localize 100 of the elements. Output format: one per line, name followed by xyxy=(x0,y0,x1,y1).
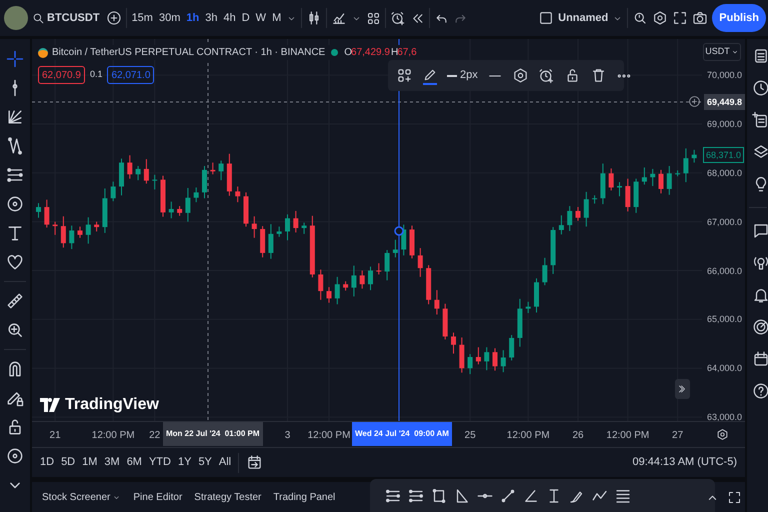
maximize-icon[interactable] xyxy=(727,490,742,505)
calendar-icon[interactable] xyxy=(752,350,768,368)
range-button[interactable]: 6M xyxy=(126,454,142,471)
scroll-forward-button[interactable] xyxy=(675,379,690,399)
candlestick xyxy=(168,201,174,219)
candlestick xyxy=(260,226,266,258)
candlestick xyxy=(276,226,282,238)
time-label: 12:00 PM xyxy=(506,429,550,443)
checkbox-icon[interactable] xyxy=(538,10,554,26)
target-icon[interactable] xyxy=(752,318,768,336)
calendar-icon[interactable] xyxy=(246,454,264,471)
chat-icon[interactable] xyxy=(752,222,768,240)
candlestick xyxy=(293,210,298,233)
crosshair-icon[interactable] xyxy=(5,49,25,69)
candlestick xyxy=(119,158,124,196)
candlestick xyxy=(285,214,290,241)
broadcast-icon[interactable] xyxy=(752,254,768,272)
settings-icon[interactable] xyxy=(716,428,729,441)
candlestick xyxy=(52,221,58,236)
open-value: 67,429.9 xyxy=(351,46,390,60)
candlestick xyxy=(252,216,257,238)
interval-button[interactable]: 4h xyxy=(222,10,237,26)
help-icon[interactable] xyxy=(752,382,768,400)
range-button[interactable]: YTD xyxy=(148,454,171,471)
candlestick xyxy=(484,346,490,371)
line-width-button[interactable]: 2px xyxy=(447,67,478,84)
candlestick xyxy=(468,354,473,375)
ruler-icon[interactable] xyxy=(5,291,25,311)
clock-icon[interactable] xyxy=(752,79,768,97)
candlestick xyxy=(326,286,332,304)
time-label: 25 xyxy=(464,429,476,443)
high-value: 67,6 xyxy=(397,46,417,60)
currency-dropdown[interactable]: USDT xyxy=(703,43,741,61)
buy-price-button[interactable]: 62,071.0 xyxy=(107,66,154,84)
range-button[interactable]: 1Y xyxy=(178,454,192,471)
candlestick xyxy=(384,250,390,281)
range-button[interactable]: All xyxy=(218,454,232,471)
sell-price-button[interactable]: 62,070.9 xyxy=(38,66,85,84)
interval-button[interactable]: M xyxy=(271,10,282,26)
interval-button[interactable]: 30m xyxy=(158,10,182,26)
search-icon[interactable] xyxy=(632,10,648,26)
candlestick xyxy=(360,270,365,290)
list-add-icon[interactable] xyxy=(752,111,768,129)
interval-button[interactable]: W xyxy=(254,10,268,26)
candlestick xyxy=(625,178,630,212)
range-button[interactable]: 3M xyxy=(104,454,120,471)
price-label: 66,000.0 xyxy=(706,264,742,277)
add-alert-icon[interactable] xyxy=(688,95,701,108)
time-label: 3 xyxy=(284,429,290,443)
candlestick xyxy=(376,262,382,275)
bell-icon[interactable] xyxy=(752,286,768,304)
rectangle-icon[interactable] xyxy=(430,486,448,504)
spread-value: 0.1 xyxy=(90,68,102,82)
alarm-clock-icon[interactable] xyxy=(538,67,555,84)
candlestick xyxy=(202,166,207,199)
panel-tab[interactable]: Trading Panel xyxy=(273,490,336,504)
candlestick xyxy=(110,181,116,202)
interval-button[interactable]: 1h xyxy=(185,10,200,26)
parallel-lines-icon[interactable] xyxy=(5,165,25,185)
candlestick xyxy=(542,257,548,286)
price-label: 70,000.0 xyxy=(706,69,742,82)
panel-tab[interactable]: Pine Editor xyxy=(133,490,182,504)
range-button[interactable]: 1D xyxy=(40,454,54,471)
crosshair-point[interactable] xyxy=(394,226,404,236)
symbol-search-button[interactable]: BTCUSDT xyxy=(32,10,100,26)
interval-button[interactable]: 3h xyxy=(204,10,218,26)
price-label: 67,000.0 xyxy=(706,216,742,228)
range-button[interactable]: 1M xyxy=(82,454,98,471)
publish-button[interactable]: Publish xyxy=(712,4,766,32)
range-button[interactable]: 5Y xyxy=(198,454,212,471)
avatar[interactable] xyxy=(4,6,28,30)
candlestick xyxy=(44,199,50,228)
layout-name-button[interactable]: Unnamed xyxy=(558,10,608,26)
settings-icon[interactable] xyxy=(652,10,668,26)
candlestick xyxy=(144,158,149,184)
time-label: 12:00 PM xyxy=(308,429,350,443)
range-button[interactable]: 5D xyxy=(61,454,76,471)
grid-icon[interactable] xyxy=(366,10,382,26)
time-label: 27 xyxy=(672,429,684,443)
candlestick xyxy=(451,332,456,354)
camera-icon[interactable] xyxy=(692,10,708,26)
interval-button[interactable]: D xyxy=(240,10,251,26)
logo-icon xyxy=(40,398,62,412)
circle-dot-icon[interactable] xyxy=(5,194,25,214)
zigzag-pattern-icon[interactable] xyxy=(5,136,25,156)
layers-icon[interactable] xyxy=(752,143,768,161)
price-label: 64,000.0 xyxy=(706,362,742,374)
panel-tab[interactable]: Strategy Tester xyxy=(194,490,262,504)
panel-tab[interactable]: Stock Screener xyxy=(42,490,122,504)
settings-icon[interactable] xyxy=(512,67,529,84)
candlestick xyxy=(617,182,622,197)
fullscreen-icon[interactable] xyxy=(672,10,688,26)
alarm-clock-icon[interactable] xyxy=(390,10,406,26)
add-symbol-icon[interactable] xyxy=(106,10,122,26)
search-icon xyxy=(32,12,45,24)
add-template-icon[interactable] xyxy=(396,67,413,84)
selected-time-label: Wed 24 Jul '24 09:00 AM xyxy=(352,422,452,446)
heart-icon[interactable] xyxy=(5,252,25,272)
candlestick xyxy=(86,216,91,244)
interval-button[interactable]: 15m xyxy=(130,10,154,26)
